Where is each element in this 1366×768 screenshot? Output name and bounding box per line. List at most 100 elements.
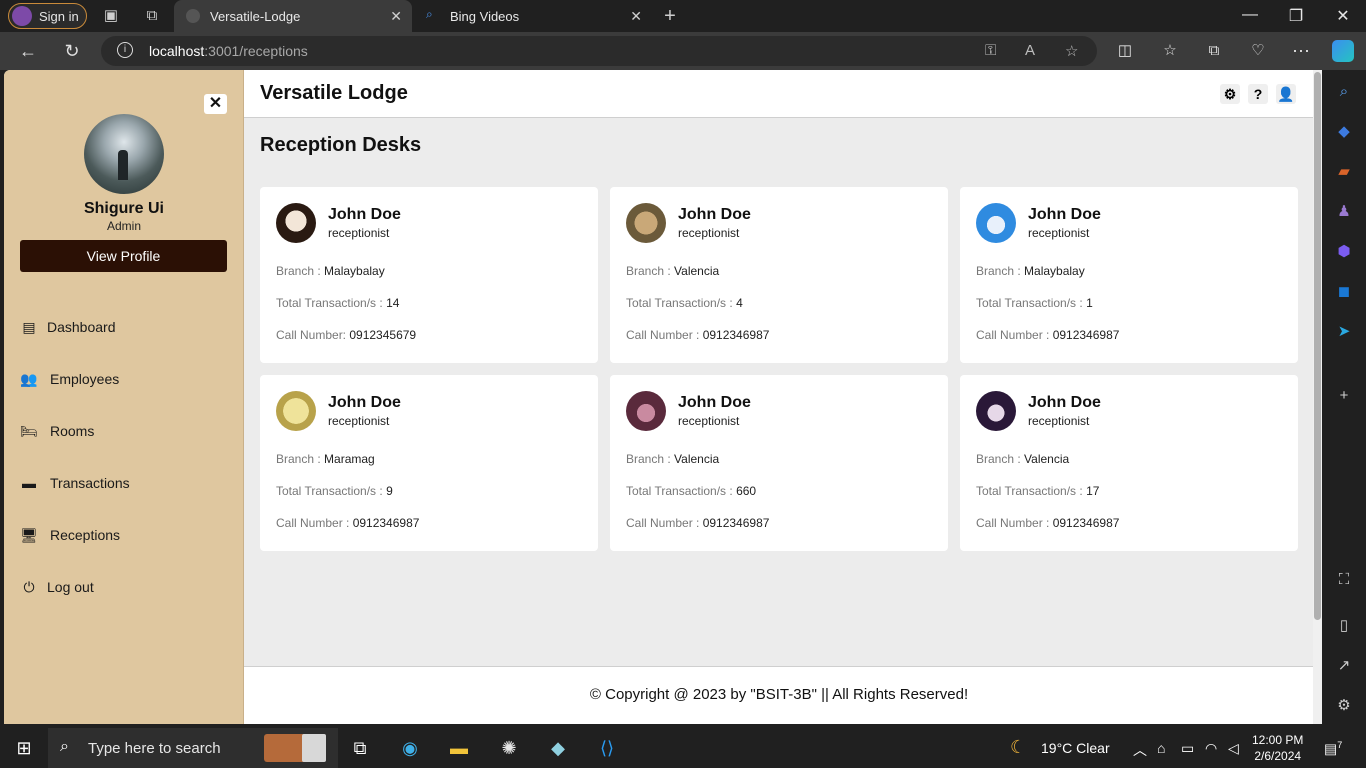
meet-icon[interactable]: ⌂ xyxy=(1157,740,1165,756)
reception-card[interactable]: John Doe receptionist Branch : Malaybala… xyxy=(960,187,1298,363)
reception-card[interactable]: John Doe receptionist Branch : Valencia … xyxy=(610,187,948,363)
restore-icon[interactable]: ❐ xyxy=(1284,6,1308,26)
view-profile-button[interactable]: View Profile xyxy=(20,240,227,272)
tab-bing-videos[interactable]: ⌕ Bing Videos ✕ xyxy=(414,0,652,32)
key-icon[interactable]: ⚿ xyxy=(985,42,996,59)
app-icon[interactable]: ◆ xyxy=(546,736,570,760)
reception-card[interactable]: John Doe receptionist Branch : Valencia … xyxy=(610,375,948,551)
copyright-text: © Copyright @ 2023 by "BSIT-3B" || All R… xyxy=(589,686,969,703)
call-number-row: Call Number : 0912346987 xyxy=(976,516,1120,530)
tab-title: Bing Videos xyxy=(450,9,520,24)
notifications-icon[interactable]: ▤7 xyxy=(1324,740,1342,758)
shopping-icon[interactable]: ◆ xyxy=(1334,122,1354,142)
close-tab-icon[interactable]: ✕ xyxy=(390,8,402,25)
favorites-icon[interactable]: ☆ xyxy=(1159,40,1181,62)
file-explorer-icon[interactable]: ▬ xyxy=(447,736,471,760)
weather-text[interactable]: 19°C Clear xyxy=(1041,740,1110,756)
page-scrollbar[interactable] xyxy=(1313,70,1322,724)
transactions-row: Total Transaction/s : 14 xyxy=(276,296,400,310)
outlook-icon[interactable]: ◼ xyxy=(1334,282,1354,302)
bed-icon: 🛏 xyxy=(20,423,38,439)
menu-label: Transactions xyxy=(50,475,130,491)
receptionist-name: John Doe xyxy=(1028,394,1101,411)
monitor-icon: 🖥 xyxy=(20,527,38,543)
tab-versatile-lodge[interactable]: Versatile-Lodge ✕ xyxy=(174,0,412,32)
search-icon[interactable]: ⌕ xyxy=(1334,82,1354,102)
games-icon[interactable]: ♟ xyxy=(1334,202,1354,222)
receptionist-name: John Doe xyxy=(328,394,401,411)
site-info-icon[interactable]: i xyxy=(117,42,133,58)
back-icon[interactable]: ← xyxy=(17,40,39,62)
battery-icon[interactable]: ▭ xyxy=(1181,740,1194,757)
settings-gear-icon[interactable]: ⚙ xyxy=(1334,696,1354,716)
new-tab-icon[interactable]: + xyxy=(660,6,680,26)
page-footer: © Copyright @ 2023 by "BSIT-3B" || All R… xyxy=(244,666,1314,724)
more-menu-icon[interactable]: ⋯ xyxy=(1290,40,1312,62)
wifi-icon[interactable]: ◠ xyxy=(1205,740,1217,757)
receptionist-role: receptionist xyxy=(678,414,740,428)
performance-icon[interactable]: ♡ xyxy=(1247,40,1269,62)
power-icon: ⏻ xyxy=(23,579,35,595)
taskbar-search[interactable]: ⌕ Type here to search xyxy=(48,728,338,768)
tray-chevron-icon[interactable]: ︿ xyxy=(1133,740,1147,760)
sign-in-button[interactable]: Sign in xyxy=(8,3,87,29)
card-icon: ▬ xyxy=(22,475,36,491)
screenshot-icon[interactable]: ⛶ xyxy=(1334,570,1354,590)
branch-row: Branch : Valencia xyxy=(626,452,720,466)
menu-label: Receptions xyxy=(50,527,121,543)
vscode-icon[interactable]: ⟨⟩ xyxy=(595,736,619,760)
close-sidebar-button[interactable]: ✕ xyxy=(204,94,227,114)
reception-card[interactable]: John Doe receptionist Branch : Maramag T… xyxy=(260,375,598,551)
tab-actions-icon[interactable]: ▣ xyxy=(101,6,121,26)
windows-taskbar: ⊞ ⌕ Type here to search ⧉ ◉ ▬ ✺ ◆ ⟨⟩ ☾ 1… xyxy=(0,728,1366,768)
receptionist-avatar xyxy=(276,203,316,243)
receptionist-role: receptionist xyxy=(328,414,390,428)
windows-start-icon[interactable]: ⊞ xyxy=(12,736,36,760)
volume-icon[interactable]: ◁ xyxy=(1228,740,1239,757)
help-icon[interactable]: ? xyxy=(1248,84,1268,104)
menu-label: Employees xyxy=(50,371,120,387)
favorite-star-icon[interactable]: ☆ xyxy=(1065,42,1078,60)
tools-icon[interactable]: ▰ xyxy=(1334,162,1354,182)
menu-label: Log out xyxy=(47,579,94,595)
read-aloud-icon[interactable]: A xyxy=(1025,42,1035,59)
close-window-icon[interactable]: ✕ xyxy=(1331,6,1355,26)
search-favicon-icon: ⌕ xyxy=(426,7,433,21)
chatgpt-icon[interactable]: ✺ xyxy=(497,736,521,760)
edge-sidebar: ⌕ ◆ ▰ ♟ ⬢ ◼ ➤ + ⛶ ▯ ↗ ⚙ xyxy=(1322,70,1366,724)
receptionist-role: receptionist xyxy=(678,226,740,240)
scrollbar-thumb[interactable] xyxy=(1314,72,1321,620)
add-sidebar-icon[interactable]: + xyxy=(1334,386,1354,406)
user-name: Shigure Ui xyxy=(83,200,164,217)
web-page: ✕ Shigure Ui Admin View Profile ▤ Dashbo… xyxy=(4,70,1322,724)
call-number-row: Call Number : 0912346987 xyxy=(276,516,420,530)
close-tab-icon[interactable]: ✕ xyxy=(630,8,642,25)
search-icon: ⌕ xyxy=(60,738,69,755)
collections-icon[interactable]: ⧉ xyxy=(1203,40,1225,62)
theme-gear-icon[interactable]: ⚙ xyxy=(1220,84,1240,104)
brand-title: Versatile Lodge xyxy=(260,82,408,104)
edge-taskbar-icon[interactable]: ◉ xyxy=(398,736,422,760)
site-favicon-icon xyxy=(186,9,200,23)
reception-card[interactable]: John Doe receptionist Branch : Valencia … xyxy=(960,375,1298,551)
minimize-icon[interactable]: — xyxy=(1238,6,1262,24)
url-field[interactable]: i localhost:3001/receptions ⚿ A ☆ xyxy=(101,36,1097,66)
transactions-row: Total Transaction/s : 17 xyxy=(976,484,1100,498)
refresh-icon[interactable]: ↻ xyxy=(61,40,83,62)
workspaces-icon[interactable]: ⧉ xyxy=(142,6,162,26)
moon-weather-icon: ☾ xyxy=(1010,737,1027,757)
calculator-icon xyxy=(302,734,326,762)
user-icon[interactable]: 👤 xyxy=(1276,84,1296,104)
call-number-row: Call Number : 0912346987 xyxy=(626,328,770,342)
task-view-icon[interactable]: ⧉ xyxy=(348,736,372,760)
external-link-icon[interactable]: ↗ xyxy=(1334,656,1354,676)
receptionist-name: John Doe xyxy=(1028,206,1101,223)
microsoft365-icon[interactable]: ⬢ xyxy=(1334,242,1354,262)
browser-tab-bar: Sign in ▣ ⧉ Versatile-Lodge ✕ ⌕ Bing Vid… xyxy=(0,0,1366,32)
send-icon[interactable]: ➤ xyxy=(1334,322,1354,342)
system-clock[interactable]: 12:00 PM 2/6/2024 xyxy=(1252,732,1303,764)
split-screen-icon[interactable]: ◫ xyxy=(1114,40,1136,62)
copilot-icon[interactable] xyxy=(1332,40,1354,62)
hide-sidebar-icon[interactable]: ▯ xyxy=(1334,616,1354,636)
reception-card[interactable]: John Doe receptionist Branch : Malaybala… xyxy=(260,187,598,363)
